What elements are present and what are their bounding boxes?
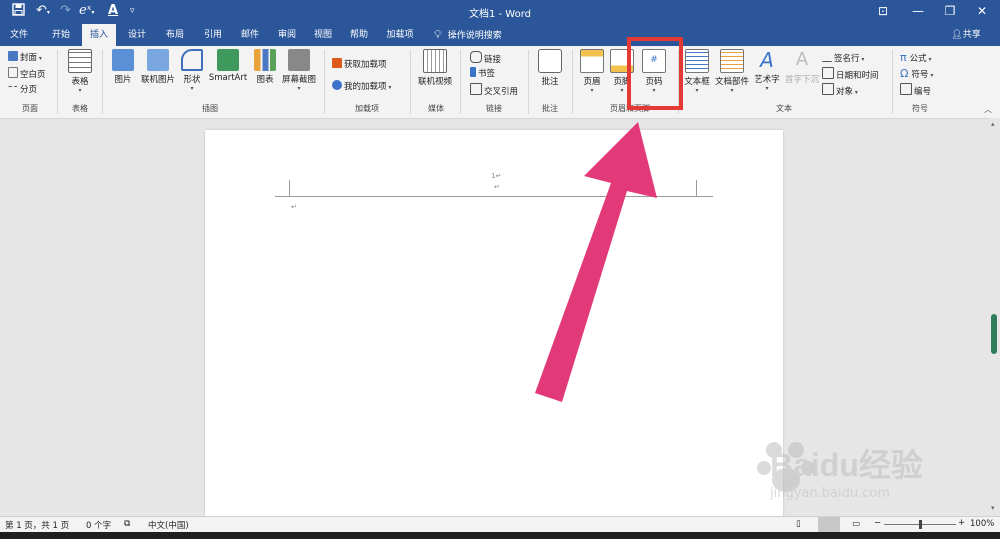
word-count[interactable]: 0 个字 [86, 519, 111, 531]
zoom-level[interactable]: 100% [970, 519, 994, 529]
language[interactable]: 中文(中国) [148, 519, 189, 531]
zoom-out-button[interactable]: − [874, 518, 881, 528]
print-layout-icon[interactable] [818, 517, 840, 532]
read-mode-icon[interactable]: ▯ [796, 519, 801, 529]
watermark-url: jingyan.baidu.com [770, 486, 890, 501]
arrow-shape [535, 122, 657, 402]
zoom-in-button[interactable]: + [958, 518, 965, 528]
status-bar: 第 1 页，共 1 页 0 个字 ⧉ 中文(中国) ▯ ▭ − + 100% [0, 516, 1000, 533]
taskbar [0, 532, 1000, 539]
proofing-icon[interactable]: ⧉ [124, 519, 130, 529]
web-layout-icon[interactable]: ▭ [852, 519, 860, 529]
page-count[interactable]: 第 1 页，共 1 页 [5, 519, 69, 531]
watermark: Baidu经验 jingyan.baidu.com [756, 432, 996, 516]
watermark-text: Baidu经验 [770, 447, 923, 483]
zoom-slider-thumb[interactable] [919, 520, 922, 529]
